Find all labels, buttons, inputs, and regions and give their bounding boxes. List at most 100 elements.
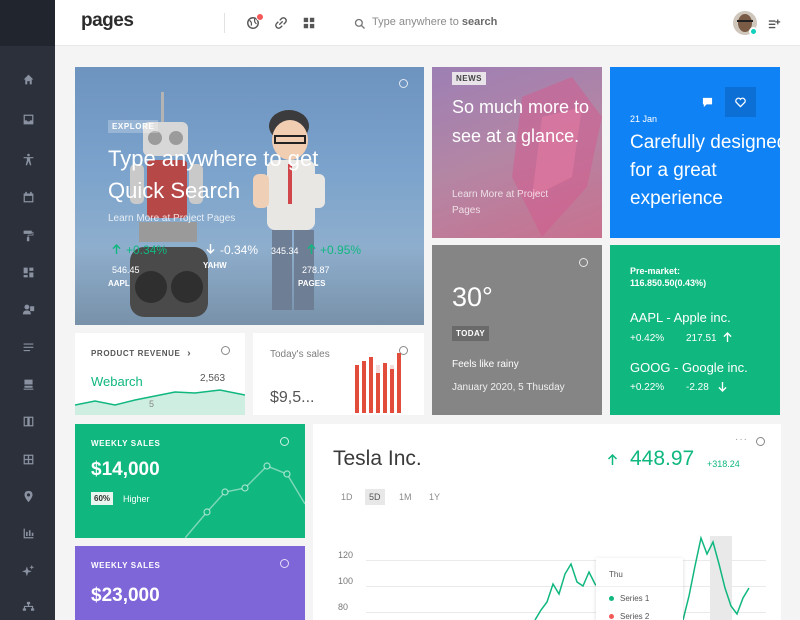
search-icon[interactable]: [354, 17, 366, 29]
card-option-circle[interactable]: [579, 258, 588, 267]
card-option-circle[interactable]: [280, 437, 289, 446]
comment-icon: [702, 97, 713, 107]
search-placeholder: Type anywhere to: [372, 16, 459, 28]
link-icon[interactable]: [274, 16, 288, 30]
stock-apple-pct: +0.42%: [630, 333, 665, 344]
sales-bar: [376, 373, 380, 413]
tooltip-series-1: Series 1: [609, 594, 649, 603]
sidebar: [0, 0, 55, 620]
product-revenue-card[interactable]: PRODUCT REVENUE › Webarch 2,563 5: [75, 333, 245, 415]
card-option-circle[interactable]: [756, 437, 765, 446]
inbox-icon[interactable]: [21, 112, 35, 126]
stock-apple-name: AAPL - Apple inc.: [630, 310, 731, 325]
stock-yahw-symbol: YAHW: [203, 261, 227, 270]
location-pin-icon[interactable]: [21, 489, 35, 503]
app-logo[interactable]: pages: [81, 10, 134, 32]
todays-sales-card[interactable]: Today's sales $9,5...: [253, 333, 424, 415]
notification-badge: [256, 13, 264, 21]
calendar-icon[interactable]: [21, 190, 35, 204]
like-button[interactable]: [725, 87, 756, 117]
news-card[interactable]: NEWS So much more to see at a glance. Le…: [432, 67, 602, 238]
accessibility-icon[interactable]: [21, 152, 35, 166]
stock-pages-change: +0.95%: [320, 243, 362, 257]
tab-1m[interactable]: 1M: [395, 489, 416, 505]
heart-icon: [735, 97, 746, 108]
weekly-sales-title: WEEKLY SALES: [91, 561, 161, 570]
news-title: So much more to see at a glance.: [452, 97, 590, 146]
product-chart-tick: 5: [149, 399, 155, 409]
stock-name: Tesla Inc.: [333, 447, 422, 470]
news-subtitle[interactable]: Learn More at Project Pages: [452, 187, 572, 219]
chart-bars-icon[interactable]: [21, 526, 35, 540]
stock-change: +318.24: [707, 459, 740, 469]
weekly-sales-linechart: [185, 462, 305, 538]
product-sparkline: [75, 389, 245, 415]
menu-lines-icon[interactable]: [21, 340, 35, 354]
tab-5d[interactable]: 5D: [365, 489, 385, 505]
series-1-label: Series 1: [620, 594, 650, 603]
sparkle-icon[interactable]: [21, 563, 35, 577]
stock-google-pct: +0.22%: [630, 382, 665, 393]
tab-1y[interactable]: 1Y: [425, 489, 444, 505]
dashboard-icon[interactable]: [21, 265, 35, 279]
card-option-circle[interactable]: [280, 559, 289, 568]
explore-card[interactable]: EXPLORE Type anywhere to get Quick Searc…: [75, 67, 424, 325]
chevron-right-icon[interactable]: ›: [187, 348, 191, 359]
arrow-down-icon: [718, 382, 727, 392]
card-option-circle[interactable]: [399, 79, 408, 88]
sales-bar: [369, 357, 373, 413]
stock-pages-price: 278.87: [302, 265, 330, 275]
stock-yahw-price: 345.34: [271, 246, 299, 256]
stock-line-chart: [534, 535, 750, 620]
weather-card[interactable]: 30° TODAY Feels like rainy January 2020,…: [432, 245, 602, 415]
arrow-up-icon: [607, 454, 618, 465]
weekly-sales-trend: Higher: [123, 494, 150, 504]
tesla-stock-card[interactable]: ··· Tesla Inc. 448.97 +318.24 1D 5D 1M 1…: [313, 424, 781, 620]
server-icon[interactable]: [21, 377, 35, 391]
arrow-up-icon: [723, 332, 732, 342]
product-revenue-label: PRODUCT REVENUE: [91, 349, 181, 358]
premarket-value: 116.850.50(0.43%): [630, 278, 707, 288]
weekly-sales-badge: 60%: [91, 492, 114, 505]
users-icon[interactable]: [21, 302, 35, 316]
comment-button[interactable]: [692, 87, 723, 117]
feature-date: 21 Jan: [630, 114, 658, 124]
weekly-sales-title: WEEKLY SALES: [91, 439, 161, 448]
series-2-label: Series 2: [620, 612, 650, 620]
avatar-glasses: [737, 20, 753, 24]
weekly-sales-card-purple[interactable]: WEEKLY SALES $23,000: [75, 546, 305, 620]
premarket-label: Pre-market:: [630, 266, 681, 276]
explore-title: Type anywhere to get Quick Search: [108, 146, 319, 203]
grid-icon[interactable]: [21, 452, 35, 466]
news-tag: NEWS: [452, 72, 486, 85]
search-input[interactable]: Type anywhere to search: [372, 16, 497, 28]
stock-yahw-change: -0.34%: [220, 243, 258, 257]
menu-plus-icon[interactable]: [768, 17, 781, 30]
series-1-dot: [609, 596, 614, 602]
todays-sales-title: Today's sales: [270, 349, 330, 360]
kid-illustration: [253, 110, 325, 310]
sitemap-icon[interactable]: [21, 600, 35, 614]
top-header: pages Type anywhere to search: [55, 0, 800, 46]
more-options-icon[interactable]: ···: [735, 434, 748, 445]
paint-roller-icon[interactable]: [21, 228, 35, 242]
explore-subtitle[interactable]: Learn More at Project Pages: [108, 213, 235, 224]
stock-apple-price: 217.51: [686, 333, 717, 344]
product-revenue-title: PRODUCT REVENUE ›: [91, 348, 191, 359]
tab-1d[interactable]: 1D: [337, 489, 357, 505]
columns-icon[interactable]: [21, 414, 35, 428]
card-option-circle[interactable]: [221, 346, 230, 355]
arrow-up-icon: [307, 244, 316, 254]
weekly-sales-card-green[interactable]: WEEKLY SALES $14,000 60% Higher: [75, 424, 305, 538]
weekly-sales-value: $23,000: [91, 585, 160, 606]
todays-sales-value: $9,5...: [270, 389, 315, 406]
weather-temperature: 30°: [452, 282, 493, 312]
home-icon[interactable]: [21, 72, 35, 86]
premarket-block: Pre-market: 116.850.50(0.43%): [630, 265, 706, 289]
stock-google-name: GOOG - Google inc.: [630, 360, 748, 375]
feature-card[interactable]: 21 Jan Carefully designed for a great ex…: [610, 67, 780, 238]
weather-badge: TODAY: [452, 326, 490, 341]
market-card[interactable]: Pre-market: 116.850.50(0.43%) AAPL - App…: [610, 245, 780, 415]
apps-grid-icon[interactable]: [302, 16, 316, 30]
online-status-dot: [749, 27, 758, 36]
